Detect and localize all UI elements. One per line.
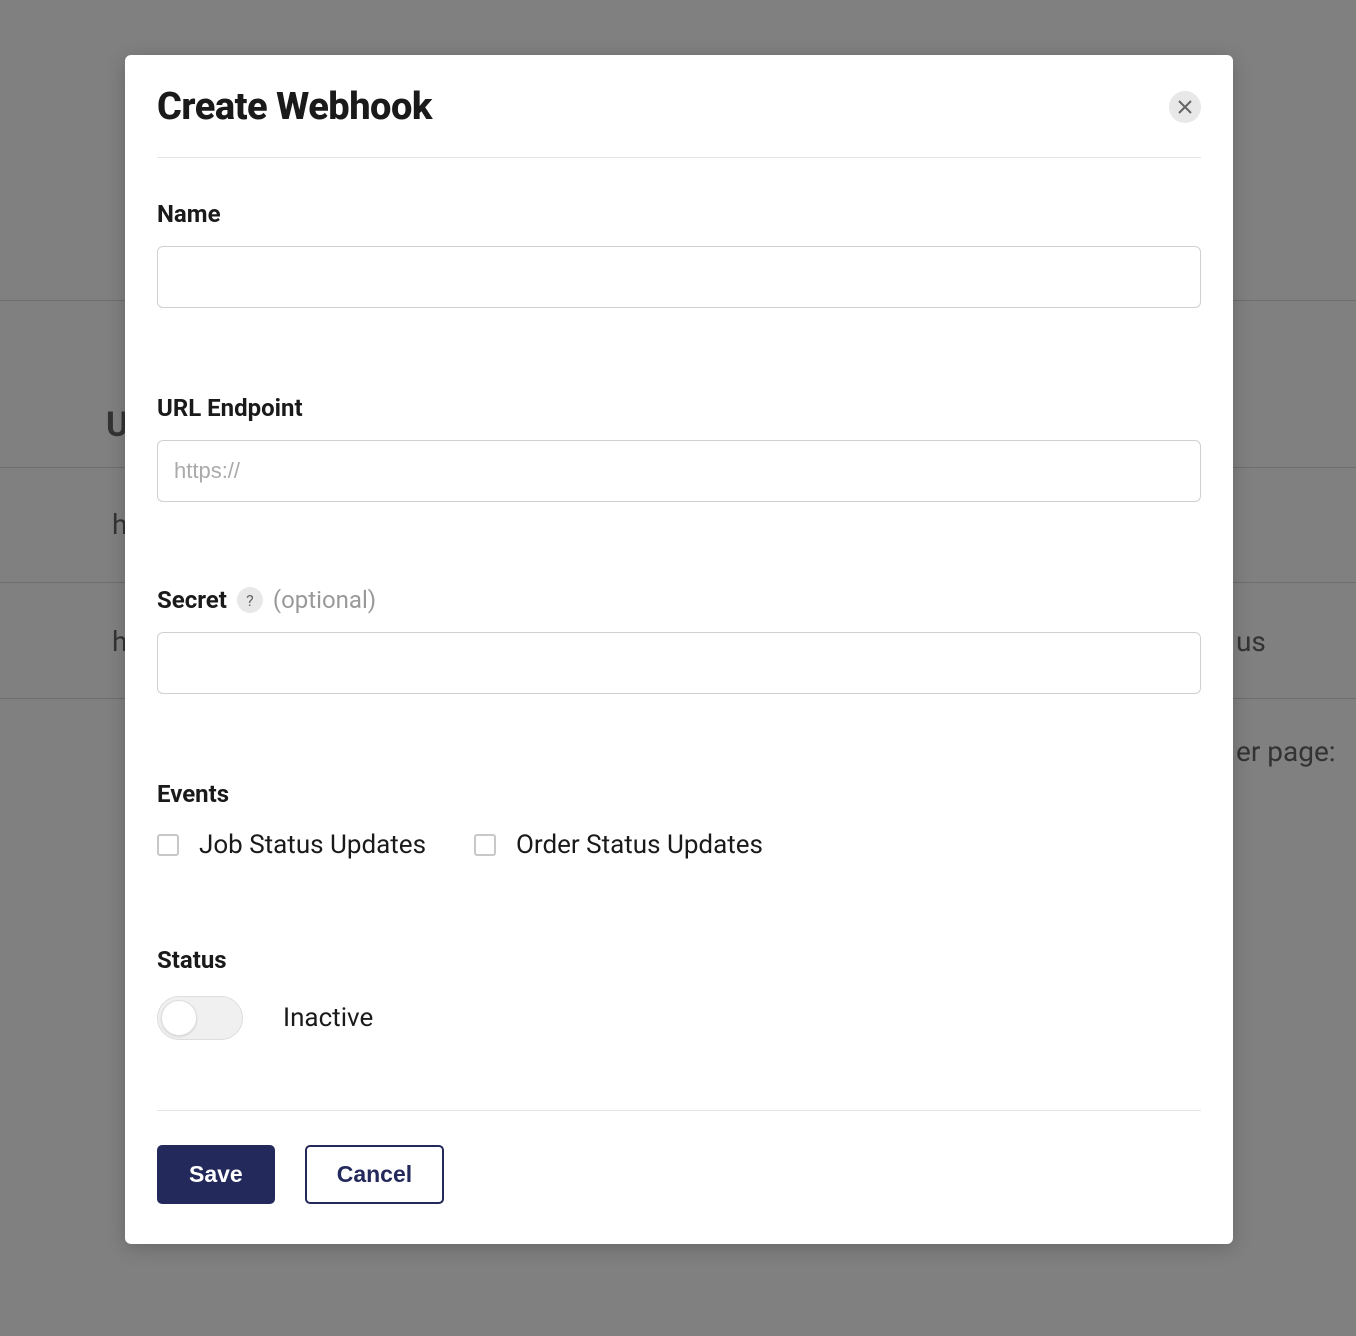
create-webhook-modal: Create Webhook Name URL Endpoint Secret … <box>125 55 1233 1244</box>
url-endpoint-input[interactable] <box>157 440 1201 502</box>
bg-text-fragment: us <box>1236 625 1266 658</box>
secret-label: Secret <box>157 586 227 614</box>
url-endpoint-section: URL Endpoint <box>157 394 1201 502</box>
status-label: Status <box>157 946 1201 974</box>
status-text: Inactive <box>283 1003 373 1033</box>
name-input[interactable] <box>157 246 1201 308</box>
checkbox-order-status-box[interactable] <box>474 834 496 856</box>
secret-section: Secret ? (optional) <box>157 586 1201 694</box>
close-button[interactable] <box>1169 91 1201 123</box>
checkbox-order-status-label: Order Status Updates <box>516 830 763 860</box>
name-label: Name <box>157 200 1201 228</box>
checkbox-order-status: Order Status Updates <box>474 830 763 860</box>
status-toggle[interactable] <box>157 996 243 1040</box>
modal-footer: Save Cancel <box>157 1110 1201 1204</box>
save-button[interactable]: Save <box>157 1145 275 1204</box>
name-section: Name <box>157 200 1201 308</box>
help-icon[interactable]: ? <box>237 587 263 613</box>
close-icon <box>1178 100 1192 114</box>
url-endpoint-label: URL Endpoint <box>157 394 1201 422</box>
secret-input[interactable] <box>157 632 1201 694</box>
bg-text-fragment: er page: <box>1236 735 1336 768</box>
modal-header: Create Webhook <box>157 85 1201 158</box>
modal-title: Create Webhook <box>157 85 432 129</box>
status-section: Status Inactive <box>157 946 1201 1040</box>
optional-text: (optional) <box>273 586 376 614</box>
events-section: Events Job Status Updates Order Status U… <box>157 780 1201 860</box>
checkbox-job-status: Job Status Updates <box>157 830 426 860</box>
toggle-knob <box>161 1000 197 1036</box>
checkbox-job-status-box[interactable] <box>157 834 179 856</box>
cancel-button[interactable]: Cancel <box>305 1145 444 1204</box>
events-label: Events <box>157 780 1201 808</box>
checkbox-job-status-label: Job Status Updates <box>199 830 426 860</box>
